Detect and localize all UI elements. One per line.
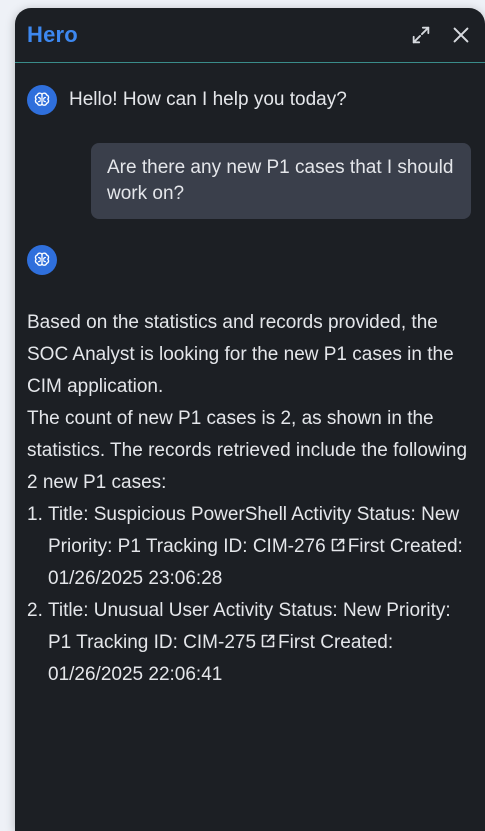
external-link-icon[interactable] [330,532,346,552]
greeting-text: Hello! How can I help you today? [69,89,347,110]
answer-intro: Based on the statistics and records prov… [27,312,454,397]
chat-header: Hero [15,8,485,63]
case-details: Title: Suspicious PowerShell Activity St… [48,499,471,595]
header-actions [409,23,473,47]
bot-message-greeting: Hello! How can I help you today? [27,85,471,115]
user-message-bubble: Are there any new P1 cases that I should… [91,143,471,219]
answer-count: The count of new P1 cases is 2, as shown… [27,408,468,493]
bot-message-answer [27,245,471,275]
bot-avatar-icon [27,245,57,275]
chat-title: Hero [27,22,78,47]
message-list: Hello! How can I help you today? Are the… [15,63,485,691]
case-number: 2. [27,600,43,621]
case-details: Title: Unusual User Activity Status: New… [48,595,471,691]
list-item: 2. Title: Unusual User Activity Status: … [27,595,471,691]
close-icon[interactable] [449,23,473,47]
expand-icon[interactable] [409,23,433,47]
list-item: 1. Title: Suspicious PowerShell Activity… [27,499,471,595]
case-number: 1. [27,504,43,525]
case-list: 1. Title: Suspicious PowerShell Activity… [27,499,471,691]
external-link-icon[interactable] [260,628,276,648]
chat-panel: Hero Hello! How can I help you today? Ar… [15,8,485,831]
answer-text: Based on the statistics and records prov… [27,307,471,691]
bot-avatar-icon [27,85,57,115]
